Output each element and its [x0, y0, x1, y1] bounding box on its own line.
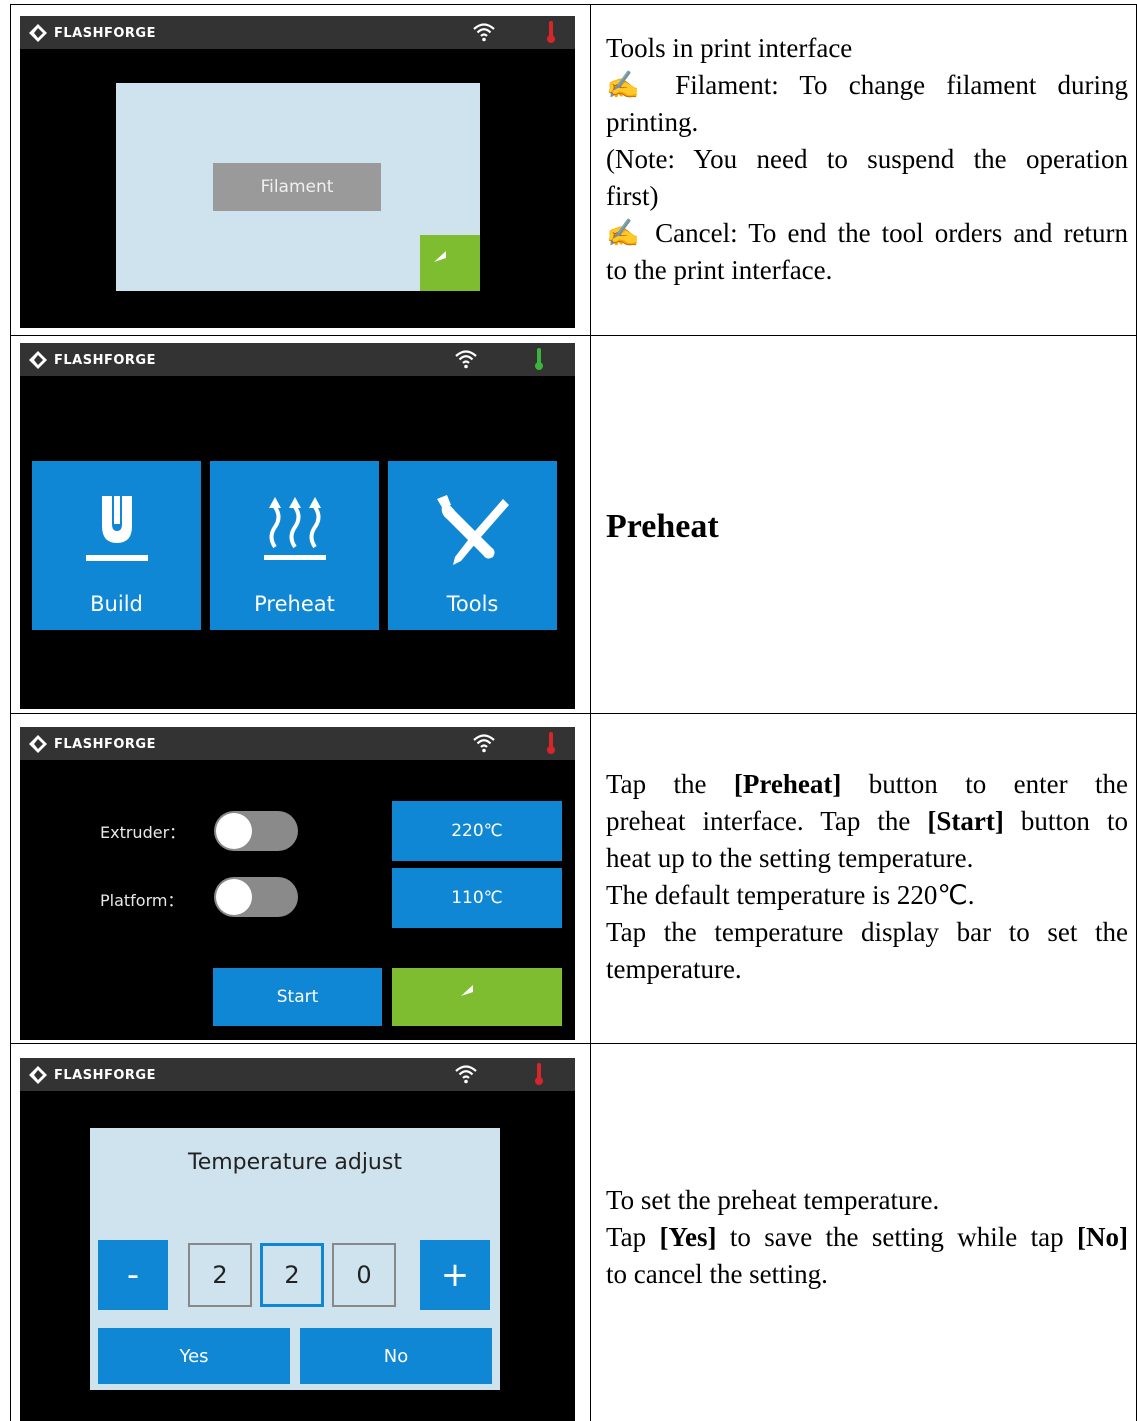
table-row-divider [10, 1043, 1137, 1044]
text: to save the setting while tap [716, 1222, 1078, 1252]
text: Tap [606, 1222, 660, 1252]
line-5: Tap the temperature display bar to set t… [606, 917, 1128, 947]
back-arrow-icon [434, 251, 446, 262]
tile-label: Preheat [254, 592, 335, 616]
filament-button[interactable]: Filament [213, 163, 381, 211]
extruder-label: Extruder： [100, 823, 186, 842]
tile-label: Tools [446, 592, 499, 616]
tools-icon [436, 495, 509, 565]
build-icon [85, 496, 148, 561]
line-6: temperature. [606, 954, 742, 984]
row4-description: To set the preheat temperature. Tap [Yes… [606, 1182, 1128, 1293]
wifi-icon[interactable] [454, 349, 478, 369]
platform-toggle[interactable] [214, 877, 298, 917]
brand-name: FLASHFORGE [54, 352, 156, 368]
decrease-button[interactable]: - [98, 1240, 168, 1310]
printer-screen-preheat: FLASHFORGE Extruder： 220℃ Platform： 110℃… [20, 727, 575, 1040]
thermometer-icon [547, 732, 555, 754]
table-top-border [10, 4, 1137, 5]
brand-logo: FLASHFORGE [28, 733, 156, 755]
brand-logo: FLASHFORGE [28, 1064, 156, 1086]
printer-screen-home: FLASHFORGE Build Preheat Tools [20, 343, 575, 709]
flashforge-logo-icon [29, 351, 47, 369]
flashforge-logo-icon [29, 735, 47, 753]
brand-name: FLASHFORGE [54, 1067, 156, 1083]
tile-build[interactable]: Build [32, 461, 201, 630]
brand-logo: FLASHFORGE [28, 349, 156, 371]
thermometer-icon [547, 21, 555, 43]
platform-label: Platform： [100, 891, 184, 910]
bold-text: [Start] [927, 806, 1004, 836]
section-heading-preheat: Preheat [606, 508, 719, 545]
digit-tens[interactable]: 2 [260, 1243, 324, 1307]
text: button to [1003, 806, 1128, 836]
line-1: To set the preheat temperature. [606, 1185, 940, 1215]
bold-text: [No] [1077, 1222, 1128, 1252]
wifi-icon[interactable] [454, 1064, 478, 1084]
tile-tools[interactable]: Tools [388, 461, 557, 630]
increase-button[interactable]: + [420, 1240, 490, 1310]
flashforge-logo-icon [29, 1066, 47, 1084]
platform-temp-display[interactable]: 110℃ [392, 868, 562, 928]
flashforge-logo-icon [29, 24, 47, 42]
tools-panel: Filament [116, 83, 480, 291]
cancel-item-line1: ✍ Cancel: To end the tool orders and ret… [606, 218, 1128, 248]
text: Tap the [606, 769, 734, 799]
text: button to enter the [841, 769, 1129, 799]
start-button[interactable]: Start [213, 968, 382, 1026]
printer-screen-temperature-adjust: FLASHFORGE Temperature adjust - 2 2 0 + … [20, 1058, 575, 1421]
filament-item-line2: printing. [606, 107, 699, 137]
dialog-title: Temperature adjust [188, 1150, 402, 1175]
section-title: Tools in print interface [606, 33, 853, 63]
note-line2: first) [606, 181, 659, 211]
toggle-knob [216, 879, 252, 915]
filament-item-line1: ✍ Filament: To change filament during [606, 70, 1128, 100]
row3-description: Tap the [Preheat] button to enter the pr… [606, 766, 1128, 988]
brand-logo: FLASHFORGE [28, 22, 156, 44]
extruder-temp-display[interactable]: 220℃ [392, 801, 562, 861]
status-bar: FLASHFORGE [20, 1058, 575, 1091]
no-button[interactable]: No [300, 1328, 492, 1384]
text: preheat interface. Tap the [606, 806, 928, 836]
status-bar: FLASHFORGE [20, 343, 575, 376]
table-row-divider [10, 335, 1137, 336]
toggle-knob [216, 813, 252, 849]
line-1: Tap the [Preheat] button to enter the [606, 766, 1128, 803]
brand-name: FLASHFORGE [54, 736, 156, 752]
back-button[interactable] [392, 968, 562, 1026]
temperature-dialog: Temperature adjust - 2 2 0 + Yes No [90, 1128, 500, 1390]
bold-text: [Yes] [659, 1222, 717, 1252]
thermometer-icon [535, 1063, 543, 1085]
line-2: preheat interface. Tap the [Start] butto… [606, 803, 1128, 840]
extruder-toggle[interactable] [214, 811, 298, 851]
wifi-icon[interactable] [472, 22, 496, 42]
row1-description: Tools in print interface ✍ Filament: To … [606, 30, 1128, 289]
status-bar: FLASHFORGE [20, 727, 575, 760]
wifi-icon[interactable] [472, 733, 496, 753]
line-3: heat up to the setting temperature. [606, 843, 974, 873]
brand-name: FLASHFORGE [54, 25, 156, 41]
line-4: The default temperature is 220℃. [606, 880, 975, 910]
back-arrow-icon [461, 985, 473, 996]
back-button[interactable] [420, 235, 480, 291]
thermometer-icon [535, 348, 543, 370]
preheat-icon [263, 497, 326, 560]
digit-ones[interactable]: 0 [332, 1243, 396, 1307]
note-line1: (Note: You need to suspend the operation [606, 144, 1128, 174]
status-bar: FLASHFORGE [20, 16, 575, 49]
tile-label: Build [90, 592, 143, 616]
yes-button[interactable]: Yes [98, 1328, 290, 1384]
digit-hundreds[interactable]: 2 [188, 1243, 252, 1307]
tile-preheat[interactable]: Preheat [210, 461, 379, 630]
table-row-divider [10, 713, 1137, 714]
line-2: Tap [Yes] to save the setting while tap … [606, 1219, 1128, 1256]
bold-text: [Preheat] [733, 769, 842, 799]
printer-screen-tools: FLASHFORGE Filament [20, 16, 575, 328]
cancel-item-line2: to the print interface. [606, 255, 833, 285]
line-3: to cancel the setting. [606, 1259, 828, 1289]
